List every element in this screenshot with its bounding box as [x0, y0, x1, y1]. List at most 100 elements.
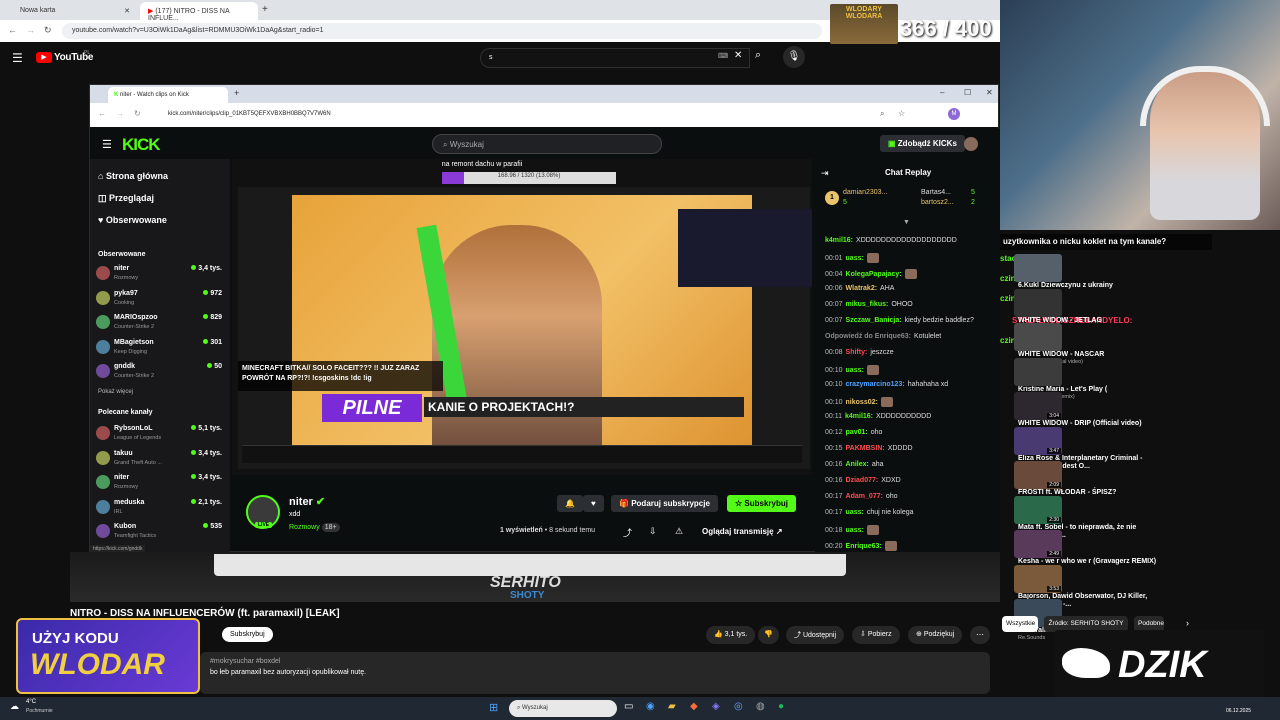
search-input[interactable]: s [480, 48, 750, 68]
like-button[interactable]: 👍 3,1 tys. [706, 626, 756, 644]
report-icon[interactable]: ⚠ [675, 526, 683, 537]
recommended-video[interactable]: 2:09FROSTI ft. WŁODAR - ŚPISZ?SPÓŁKA ZOO [1014, 461, 1194, 503]
collapse-chat-icon[interactable]: ⇥ [821, 168, 829, 179]
inner-tab-kick[interactable]: K niter - Watch clips on Kick [108, 87, 228, 103]
recommended-video[interactable]: 3:53 Bajorson, Dawid Obserwator, DJ Kille… [1014, 564, 1194, 615]
star-icon[interactable]: ☆ [898, 109, 905, 118]
download-button[interactable]: ⇩ Pobierz [852, 626, 900, 644]
new-tab-icon[interactable]: + [234, 88, 239, 98]
obs-icon[interactable]: ◍ [756, 701, 765, 712]
browser-tab-youtube[interactable]: ▶ (177) NITRO - DISS NA INFLUE... [140, 2, 258, 22]
follow-button[interactable]: ♥ [583, 495, 604, 512]
discord-icon[interactable]: ◈ [712, 701, 720, 712]
thanks-button[interactable]: ⊕ Podziękuj [908, 626, 963, 644]
menu-icon[interactable]: ☰ [12, 51, 23, 65]
chrome-icon[interactable]: ◉ [646, 701, 655, 712]
notification-bell-button[interactable]: 🔔 [557, 495, 583, 512]
recommended-channel[interactable]: Kubon Teamfight Tactics 535 [96, 521, 224, 543]
chat-text: oho [885, 493, 898, 500]
new-tab-icon[interactable]: + [262, 4, 268, 15]
followed-channel[interactable]: gnddk Counter-Strike 2 50 [96, 361, 224, 383]
chevron-right-icon[interactable]: › [1186, 618, 1189, 628]
recommended-channel[interactable]: niter Rozmowy 3,4 tys. [96, 472, 224, 494]
minimize-icon[interactable]: – [940, 88, 944, 97]
maximize-icon[interactable]: ☐ [964, 88, 971, 97]
followed-channel[interactable]: pyka97 Cooking 972 [96, 288, 224, 310]
folder-icon[interactable]: ▰ [668, 701, 676, 712]
profile-avatar[interactable]: M [948, 108, 960, 120]
sidebar-item-home[interactable]: ⌂ Strona główna [98, 171, 168, 187]
recommended-channel[interactable]: meduska IRL 2,1 tys. [96, 497, 224, 519]
subscribe-button[interactable]: ☆ Subskrybuj [727, 495, 796, 512]
zoom-icon[interactable]: ⌕ [880, 109, 884, 119]
chat-message: Odpowiedź do Enrique63: Kotulelet [825, 333, 941, 340]
kick-search-input[interactable]: ⌕ Wyszukaj [432, 134, 662, 154]
clear-icon[interactable]: ✕ [734, 50, 742, 61]
url-text[interactable]: kick.com/niter/clips/clip_01KBT5QEFXVBXB… [168, 111, 331, 117]
chevron-down-icon[interactable]: ▼ [903, 219, 910, 226]
keyboard-icon[interactable]: ⌨ [718, 52, 728, 60]
get-kicks-button[interactable]: ▣ Zdobądź KICKs [880, 135, 965, 152]
reload-icon[interactable]: ↻ [134, 109, 141, 118]
filter-chip[interactable]: Wszystkie [1002, 616, 1038, 632]
recommended-channel[interactable]: takuu Grand Theft Auto ... 3,4 tys. [96, 448, 224, 470]
streamer-name-row[interactable]: niter ✔ [289, 495, 325, 508]
chat-timestamp: 00:10 [825, 381, 843, 388]
weather-icon[interactable]: ☁ [10, 701, 19, 712]
sidebar-item-browse[interactable]: ◫ Przeglądaj [98, 193, 154, 209]
watch-stream-link[interactable]: Oglądaj transmisję ↗ [702, 527, 783, 536]
share-icon[interactable]: ⤴ [623, 526, 632, 539]
close-icon[interactable]: ✕ [124, 7, 130, 15]
heart-icon: ♥ [591, 499, 596, 508]
recommended-video[interactable]: 2:49 Kesha - we r who we r (Gravagerz REM… [1014, 530, 1194, 572]
sidebar-item-following[interactable]: ♥ Obserwowane [98, 215, 167, 231]
spotify-icon[interactable]: ● [778, 701, 784, 712]
recommended-channel[interactable]: RybsonLoL League of Legends 5,1 tys. [96, 423, 224, 445]
stream-category-row[interactable]: Rozmowy 18+ [289, 523, 340, 532]
menu-icon[interactable]: ☰ [102, 138, 112, 151]
windows-start-icon[interactable]: ⊞ [489, 701, 498, 714]
download-icon[interactable]: ⇩ [649, 526, 657, 537]
app-icon[interactable]: ◆ [690, 701, 698, 712]
taskbar-search[interactable]: ⌕ Wyszukaj [509, 700, 617, 717]
avatar[interactable] [964, 137, 978, 151]
star-icon: ☆ [735, 499, 743, 508]
microphone-icon[interactable]: 🎙 [783, 46, 805, 68]
task-view-icon[interactable]: ▭ [624, 701, 633, 712]
recommended-video[interactable]: WHITE WIDOW - NASCAR(prod. Frizz) (offic… [1014, 323, 1194, 365]
browser-tab-new[interactable]: Nowa karta ✕ [12, 2, 136, 20]
dislike-button[interactable]: 👎 [758, 626, 779, 644]
back-icon[interactable]: ← [8, 25, 17, 35]
youtube-logo-icon[interactable]: ▶ [36, 52, 52, 63]
channel-category: Counter-Strike 2 [114, 373, 155, 379]
search-icon[interactable]: ⌕ [755, 49, 761, 62]
followed-channel[interactable]: niter Rozmowy 3,4 tys. [96, 263, 224, 285]
browser-icon[interactable]: ◎ [734, 701, 743, 712]
video-player[interactable]: na remont dachu w parafii 168.96 / 1320 … [232, 159, 812, 475]
yt-subscribe-button[interactable]: Subskrybuj [222, 627, 273, 642]
reload-icon[interactable]: ↻ [44, 25, 52, 36]
viewer-count: 50 [207, 363, 222, 370]
recommended-video[interactable]: Kristine Maria - Let's Play (Cansar "WOW… [1014, 357, 1194, 400]
followed-channel[interactable]: MARIOspzoo Counter-Strike 2 829 [96, 312, 224, 334]
video-thumbnail: 3:04 [1014, 392, 1062, 420]
close-icon[interactable]: ✕ [986, 88, 993, 97]
more-actions-icon[interactable]: ⋯ [970, 626, 990, 644]
recommended-video[interactable]: 3:04WHITE WIDOW - DRIP (Official video)W… [1014, 392, 1194, 434]
show-more-link[interactable]: Pokaż więcej [98, 389, 133, 395]
recommended-video[interactable]: 6.Kukl Dziewczynu z ukrainy [1014, 254, 1194, 289]
share-button[interactable]: ⤴ Udostępnij [786, 626, 845, 644]
recommended-video[interactable]: 2:30 Mata ft. Sobel - to nieprawda, że ni… [1014, 495, 1194, 546]
recommended-video[interactable]: 3:47 Eliza Rose & Interplanetary Criminal… [1014, 426, 1194, 477]
gift-sub-button[interactable]: 🎁 Podaruj subskrypcje [611, 495, 718, 512]
forward-icon[interactable]: → [26, 25, 35, 35]
recommended-video[interactable]: WHITE WIDOW - JETLAG(Official Video) [1014, 288, 1194, 331]
chat-text: oho [870, 429, 883, 436]
avatar [96, 364, 110, 378]
kick-logo[interactable]: KICK [122, 135, 161, 155]
forward-icon[interactable]: → [116, 109, 124, 118]
back-icon[interactable]: ← [98, 109, 106, 118]
followed-channel[interactable]: MBagietson Keep Digging 301 [96, 337, 224, 359]
description-box[interactable]: #mokrysuchar #boxdel bo łeb paramaxil be… [200, 652, 990, 694]
address-bar[interactable]: youtube.com/watch?v=U3OiWk1DaAg&list=RDM… [62, 23, 822, 39]
